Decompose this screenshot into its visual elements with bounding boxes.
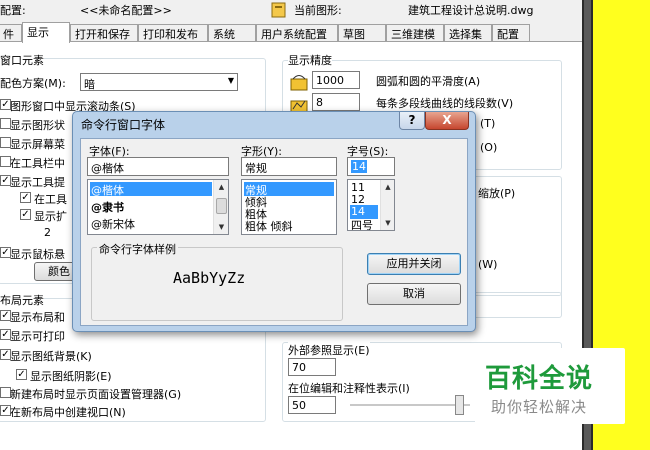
help-icon: ? — [408, 113, 416, 127]
true-color-label: (W) — [478, 258, 498, 271]
profile-value: <<未命名配置>> — [80, 4, 172, 17]
font-list-item[interactable]: @隶书 — [90, 199, 124, 214]
shortcut-keys-label: 在工具 — [34, 193, 67, 206]
close-icon: X — [442, 113, 452, 127]
tooltips-label: 显示工具提 — [10, 176, 65, 189]
close-button[interactable]: X — [425, 112, 469, 130]
style-input[interactable]: 常规 — [241, 157, 337, 176]
tab-system[interactable]: 系统 — [208, 24, 256, 42]
font-list[interactable]: @楷体 @隶书 @新宋体 ▲ ▼ — [87, 179, 229, 235]
color-scheme-value: 暗 — [84, 78, 95, 91]
font-input[interactable]: @楷体 — [87, 157, 229, 176]
paper-shadow-checkbox[interactable]: ✓ — [16, 369, 27, 380]
arc-smoothness-label: 圆弧和圆的平滑度(A) — [376, 75, 481, 88]
size-input[interactable]: 14 — [347, 157, 395, 176]
size-list-scrollbar[interactable]: ▲ ▼ — [380, 180, 394, 230]
tab-selection[interactable]: 选择集 — [444, 24, 492, 42]
arc-smoothness-input[interactable]: 1000 — [312, 71, 360, 89]
dialog-title: 命令行窗口字体 — [81, 118, 166, 132]
large-buttons-label: 在工具栏中 — [10, 157, 65, 170]
scroll-up-icon[interactable]: ▲ — [381, 180, 394, 194]
font-list-item[interactable]: @楷体 — [90, 182, 212, 197]
scroll-thumb[interactable] — [216, 198, 227, 214]
xref-display-label: 外部参照显示(E) — [288, 342, 370, 358]
rollover-tooltips-label: 显示鼠标悬 — [10, 248, 65, 261]
extended-tooltips-label: 显示扩 — [34, 210, 67, 223]
window-elements-title: 窗口元素 — [0, 52, 44, 68]
help-button[interactable]: ? — [399, 112, 425, 130]
scroll-down-icon[interactable]: ▼ — [214, 220, 228, 234]
dropdown-arrow-icon: ▼ — [227, 76, 234, 85]
current-drawing-value: 建筑工程设计总说明.dwg — [408, 4, 534, 17]
polyline-segments-label: 每条多段线曲线的线段数(V) — [376, 97, 514, 110]
scroll-down-icon[interactable]: ▼ — [381, 216, 394, 230]
options-tabs: 件 显示 打开和保存 打印和发布 系统 用户系统配置 草图 三维建模 选择集 配… — [0, 22, 582, 43]
font-sample-text: AaBbYyZz — [173, 269, 246, 287]
style-list[interactable]: 常规 倾斜 粗体 粗体 倾斜 — [241, 179, 337, 235]
scroll-up-icon[interactable]: ▲ — [214, 180, 228, 194]
inplace-edit-slider-track[interactable] — [350, 404, 470, 406]
tab-drafting[interactable]: 草图 — [338, 24, 386, 42]
color-scheme-label: 配色方案(M): — [0, 77, 66, 90]
current-drawing-label: 当前图形: — [294, 4, 342, 17]
tab-display[interactable]: 显示 — [22, 22, 70, 43]
font-list-item[interactable]: @新宋体 — [90, 216, 135, 231]
pan-zoom-label: 缩放(P) — [478, 187, 516, 200]
apply-close-button[interactable]: 应用并关闭 — [367, 253, 461, 275]
font-sample-title: 命令行字体样例 — [97, 241, 178, 257]
size-list[interactable]: 11 12 14 四号 ▲ ▼ — [347, 179, 395, 231]
tab-files[interactable]: 件 — [0, 24, 22, 42]
command-line-font-dialog: 命令行窗口字体 ? X 字体(F): @楷体 @楷体 @隶书 @新宋体 ▲ ▼ … — [72, 111, 476, 332]
arc-smoothness-icon — [290, 73, 308, 91]
inplace-edit-label: 在位编辑和注释性表示(I) — [288, 382, 410, 395]
watermark-subtitle: 助你轻松解决 — [491, 398, 588, 416]
tab-3d-modeling[interactable]: 三维建模 — [386, 24, 444, 42]
layout-elements-title: 布局元素 — [0, 292, 44, 308]
delay-seconds-value[interactable]: 2 — [44, 226, 51, 239]
inplace-edit-slider-thumb[interactable] — [455, 395, 464, 415]
dialog-body: 字体(F): @楷体 @楷体 @隶书 @新宋体 ▲ ▼ 字形(Y): 常规 常规… — [80, 138, 468, 326]
render-smoothness-label: (T) — [480, 117, 496, 130]
create-viewport-label: 在新布局中创建视口(N) — [10, 406, 126, 419]
printable-area-label: 显示可打印 — [10, 330, 65, 343]
tab-profiles[interactable]: 配置 — [492, 24, 530, 42]
watermark: 百科全说 助你轻松解决 — [475, 348, 625, 424]
color-scheme-select[interactable]: 暗 ▼ — [80, 73, 238, 91]
tab-open-save[interactable]: 打开和保存 — [70, 24, 138, 42]
size-list-item[interactable]: 四号 — [350, 217, 373, 230]
style-list-item[interactable]: 粗体 倾斜 — [244, 218, 293, 233]
paper-shadow-label: 显示图纸阴影(E) — [30, 370, 112, 383]
polyline-segments-input[interactable]: 8 — [312, 93, 360, 111]
shortcut-keys-checkbox[interactable]: ✓ — [20, 192, 31, 203]
drawing-file-icon — [270, 1, 288, 19]
layout-tabs-label: 显示布局和 — [10, 311, 65, 324]
display-resolution-title: 显示精度 — [288, 52, 332, 68]
profile-label: 配置: — [0, 4, 26, 17]
font-list-scrollbar[interactable]: ▲ ▼ — [213, 180, 228, 234]
extended-tooltips-checkbox[interactable]: ✓ — [20, 209, 31, 220]
inplace-edit-input[interactable]: 50 — [288, 396, 336, 414]
options-header: 配置: <<未命名配置>> 当前图形: 建筑工程设计总说明.dwg — [0, 0, 582, 22]
xref-fade-input[interactable]: 70 — [288, 358, 336, 376]
page-setup-manager-label: 新建布局时显示页面设置管理器(G) — [10, 388, 182, 401]
drawing-status-label: 显示图形状 — [10, 119, 65, 132]
screen-menu-label: 显示屏幕菜 — [10, 138, 65, 151]
tab-user-preferences[interactable]: 用户系统配置 — [256, 24, 338, 42]
size-input-value: 14 — [351, 160, 367, 173]
paper-background-label: 显示图纸背景(K) — [10, 350, 92, 363]
watermark-title: 百科全说 — [485, 364, 594, 394]
cancel-button[interactable]: 取消 — [367, 283, 461, 305]
contour-lines-label: (O) — [480, 141, 498, 154]
tab-plot-publish[interactable]: 打印和发布 — [138, 24, 208, 42]
